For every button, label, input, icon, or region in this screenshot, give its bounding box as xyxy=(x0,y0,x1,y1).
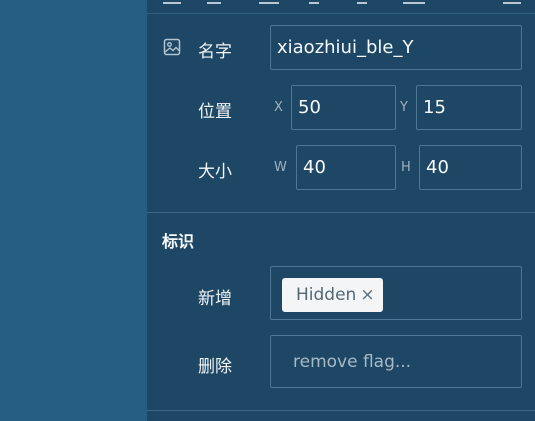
section-divider xyxy=(147,410,535,411)
h-axis-label: H xyxy=(401,160,411,175)
toolbar-icon[interactable] xyxy=(259,0,279,4)
remove-tag-icon[interactable]: × xyxy=(360,285,374,305)
remove-flag-label: 删除 xyxy=(198,357,232,377)
toolbar-icon[interactable] xyxy=(207,0,221,4)
toolbar-icon[interactable] xyxy=(163,0,181,4)
position-label: 位置 xyxy=(198,102,232,122)
flags-section-title: 标识 xyxy=(162,232,195,251)
toolbar-icon[interactable] xyxy=(309,0,319,4)
flag-tag-hidden: Hidden × xyxy=(282,278,383,312)
add-flag-label: 新增 xyxy=(198,289,232,309)
section-divider xyxy=(147,212,535,213)
remove-flag-input[interactable]: remove flag... xyxy=(270,335,522,388)
properties-panel: 名字 xiaozhiui_ble_Y 位置 X 50 Y 15 大小 W 40 … xyxy=(147,0,535,421)
x-position-field[interactable]: 50 xyxy=(291,85,396,130)
toolbar-icon[interactable] xyxy=(357,0,367,4)
y-axis-label: Y xyxy=(400,100,408,115)
x-axis-label: X xyxy=(274,100,283,115)
flag-tag-label: Hidden xyxy=(296,285,357,305)
size-label: 大小 xyxy=(198,162,232,182)
name-label: 名字 xyxy=(198,42,232,62)
name-field[interactable]: xiaozhiui_ble_Y xyxy=(270,25,522,70)
y-position-field[interactable]: 15 xyxy=(416,85,522,130)
width-field[interactable]: 40 xyxy=(296,145,396,190)
height-field[interactable]: 40 xyxy=(419,145,522,190)
w-axis-label: W xyxy=(274,160,287,175)
left-background-strip xyxy=(0,0,147,421)
toolbar-remnant xyxy=(147,0,535,14)
toolbar-icon[interactable] xyxy=(503,0,521,4)
image-icon xyxy=(163,38,181,56)
toolbar-icon[interactable] xyxy=(403,0,425,4)
